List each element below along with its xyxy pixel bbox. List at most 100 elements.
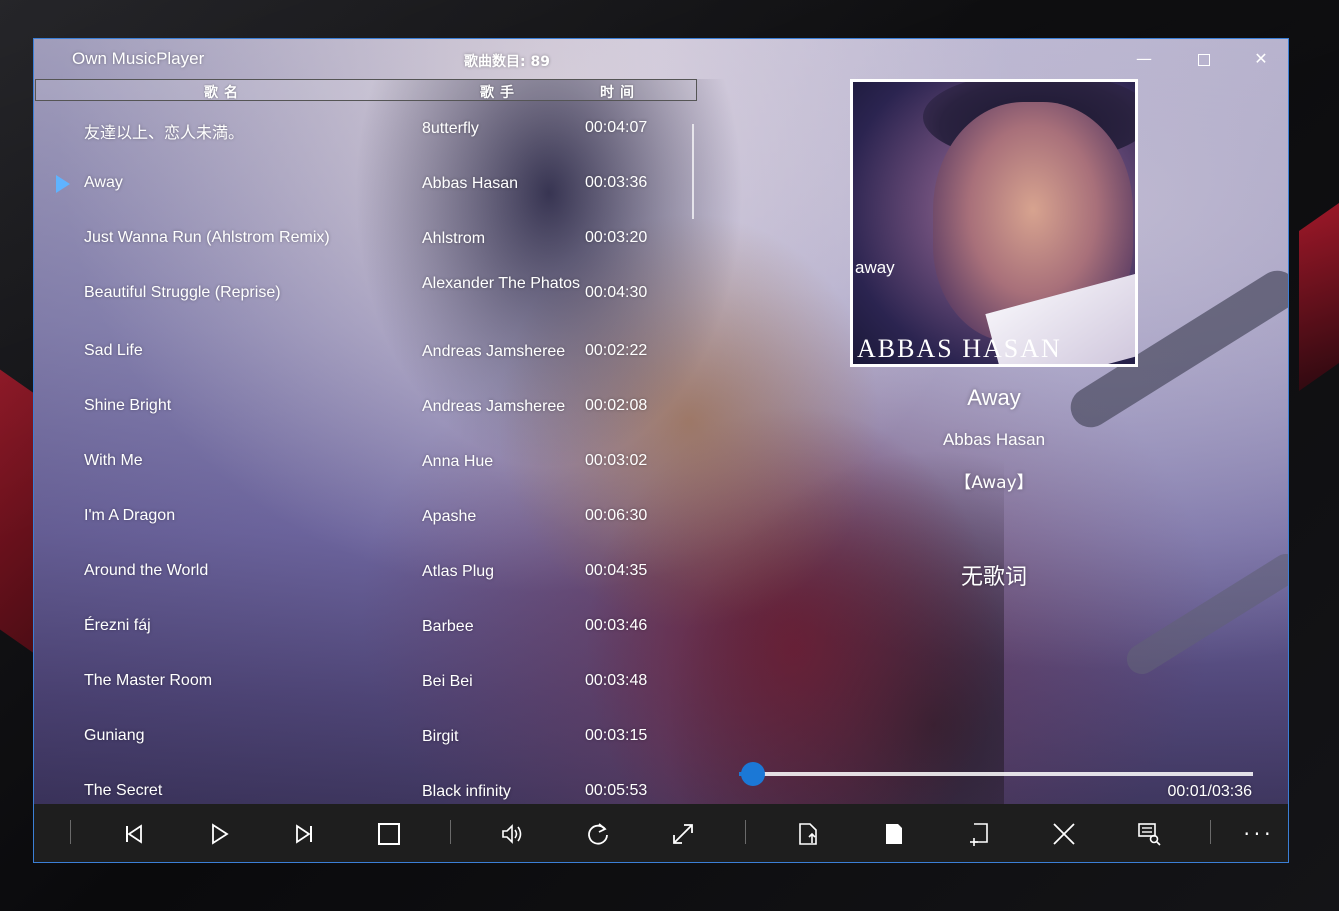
next-icon: [296, 824, 312, 844]
song-list[interactable]: 友達以上、恋人未満。 8utterfly 00:04:07 Away Abbas Has…: [34, 102, 699, 805]
song-artist: Abbas Hasan: [422, 175, 519, 192]
song-duration: 00:05:53: [585, 782, 648, 799]
playlist-search-icon: [1138, 823, 1161, 846]
song-row[interactable]: Sad Life Andreas Jamsheree 00:02:22: [34, 325, 699, 380]
song-duration: 00:03:02: [585, 452, 648, 469]
playlist-search-button[interactable]: [1131, 818, 1167, 850]
open-file-icon: [799, 823, 817, 845]
volume-icon: [502, 824, 522, 844]
app-title: Own MusicPlayer: [72, 49, 205, 68]
song-title: The Secret: [84, 782, 163, 799]
maximize-button[interactable]: [1189, 47, 1219, 71]
cover-title-text: away: [855, 258, 895, 277]
song-title: Just Wanna Run (Ahlstrom Remix): [84, 229, 330, 246]
song-duration: 00:04:35: [585, 562, 648, 579]
now-playing-title: Away: [967, 385, 1021, 410]
toolbar-separator: [70, 820, 71, 844]
fullscreen-button[interactable]: [665, 818, 701, 850]
song-row[interactable]: Guniang Birgit 00:03:15: [34, 710, 699, 765]
song-list-scrollbar[interactable]: [692, 124, 694, 219]
song-row[interactable]: I'm A Dragon Apashe 00:06:30: [34, 490, 699, 545]
song-artist: Birgit: [422, 728, 459, 745]
lyrics-text: 无歌词: [960, 565, 1027, 590]
column-header-name[interactable]: 歌名: [204, 82, 244, 102]
control-toolbar: ···: [34, 804, 1288, 862]
song-row[interactable]: The Secret Black infinity 00:05:53: [34, 765, 699, 805]
song-duration: 00:02:22: [585, 342, 648, 359]
song-title: With Me: [84, 452, 143, 469]
toolbar-separator: [450, 820, 451, 844]
song-row[interactable]: 友達以上、恋人未満。 8utterfly 00:04:07: [34, 102, 699, 157]
song-title: Away: [84, 174, 123, 191]
fullscreen-icon: [673, 824, 693, 844]
song-artist: Ahlstrom: [422, 230, 486, 247]
song-duration: 00:03:46: [585, 617, 648, 634]
song-title: Around the World: [84, 562, 209, 579]
song-row[interactable]: Away Abbas Hasan 00:03:36: [34, 157, 699, 212]
bookmark-button[interactable]: [876, 818, 912, 850]
now-playing-artist: Abbas Hasan: [942, 430, 1046, 449]
song-duration: 00:03:20: [585, 229, 648, 246]
song-artist: Andreas Jamsheree: [422, 398, 566, 415]
repeat-button[interactable]: [580, 818, 616, 850]
progress-slider[interactable]: [739, 762, 1253, 786]
close-window-button[interactable]: ✕: [1246, 47, 1276, 71]
song-row[interactable]: The Master Room Bei Bei 00:03:48: [34, 655, 699, 710]
add-file-icon: [970, 823, 988, 846]
open-file-button[interactable]: [790, 818, 826, 850]
minimize-button[interactable]: —: [1129, 47, 1159, 71]
song-duration: 00:04:07: [585, 119, 648, 136]
cover-artist-text: ABBAS HASAN: [857, 334, 1062, 363]
song-duration: 00:03:48: [585, 672, 648, 689]
toolbar-separator: [1210, 820, 1211, 844]
song-artist: Black infinity: [422, 783, 511, 800]
bookmark-icon: [886, 824, 902, 844]
song-row[interactable]: Érezni fáj Barbee 00:03:46: [34, 600, 699, 655]
song-duration: 00:04:30: [585, 284, 648, 301]
song-title: Sad Life: [84, 342, 143, 359]
song-artist: 8utterfly: [422, 120, 479, 137]
play-button[interactable]: [201, 818, 237, 850]
song-count: 歌曲数目: 89: [464, 54, 550, 70]
song-title: I'm A Dragon: [84, 507, 176, 524]
toolbar-separator: [745, 820, 746, 844]
stop-button[interactable]: [371, 818, 407, 850]
song-title: Shine Bright: [84, 397, 172, 414]
song-list-header: 歌名 歌手 时间: [35, 79, 697, 101]
song-duration: 00:03:15: [585, 727, 648, 744]
maximize-icon: [1198, 53, 1210, 66]
song-artist: Bei Bei: [422, 673, 473, 690]
song-row[interactable]: Around the World Atlas Plug 00:04:35: [34, 545, 699, 600]
song-artist: Alexander The Phatos: [422, 275, 581, 292]
close-list-button[interactable]: [1046, 818, 1082, 850]
song-duration: 00:02:08: [585, 397, 648, 414]
song-artist: Barbee: [422, 618, 474, 635]
song-row[interactable]: With Me Anna Hue 00:03:02: [34, 435, 699, 490]
volume-button[interactable]: [495, 818, 531, 850]
song-artist: Atlas Plug: [422, 563, 495, 580]
song-artist: Apashe: [422, 508, 477, 525]
column-header-artist[interactable]: 歌手: [480, 82, 520, 102]
add-file-button[interactable]: [961, 818, 997, 850]
song-title: Guniang: [84, 727, 145, 744]
song-title: Érezni fáj: [84, 617, 151, 634]
song-row[interactable]: Just Wanna Run (Ahlstrom Remix) Ahlstrom 0…: [34, 212, 699, 267]
song-title: 友達以上、恋人未満。: [84, 125, 245, 142]
column-header-time[interactable]: 时间: [600, 82, 640, 102]
previous-icon: [126, 824, 142, 844]
song-row[interactable]: Beautiful Struggle (Reprise) Alexander Th…: [34, 267, 699, 322]
next-button[interactable]: [286, 818, 322, 850]
repeat-icon: [588, 823, 608, 845]
now-playing-marker-icon: [56, 175, 70, 193]
song-title: The Master Room: [84, 672, 213, 689]
previous-button[interactable]: [116, 818, 152, 850]
time-display: 00:01/03:36: [1167, 783, 1252, 800]
song-duration: 00:03:36: [585, 174, 648, 191]
close-icon: [1053, 823, 1075, 845]
player-window: Own MusicPlayer 歌曲数目: 89 — ✕ 歌名 歌手 时间 友達…: [33, 38, 1289, 863]
song-artist: Anna Hue: [422, 453, 494, 470]
song-artist: Andreas Jamsheree: [422, 343, 566, 360]
song-row[interactable]: Shine Bright Andreas Jamsheree 00:02:08: [34, 380, 699, 435]
song-title: Beautiful Struggle (Reprise): [84, 284, 281, 301]
more-button[interactable]: ···: [1241, 818, 1277, 850]
